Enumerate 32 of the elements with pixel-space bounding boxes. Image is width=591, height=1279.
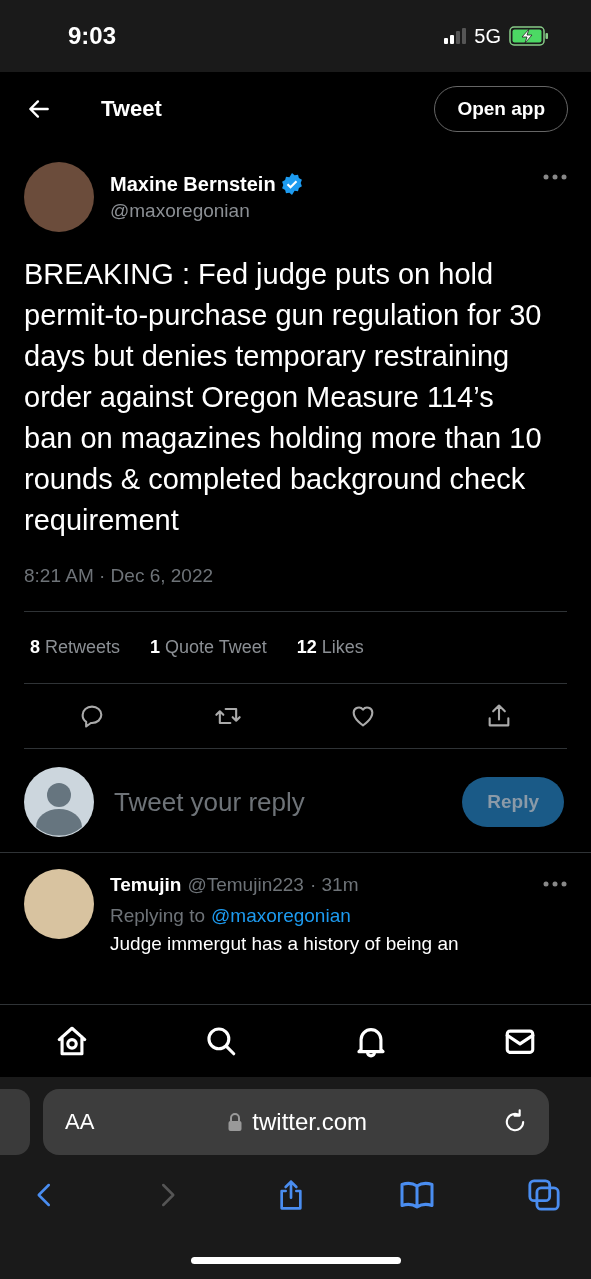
stat-label[interactable]: Retweets <box>45 637 121 658</box>
reply-handle[interactable]: @Temujin223 <box>187 869 304 900</box>
stat-label[interactable]: Likes <box>321 637 364 658</box>
open-app-button[interactable]: Open app <box>434 86 568 132</box>
tabs-icon[interactable] <box>527 1178 561 1212</box>
battery-charging-icon <box>509 26 549 46</box>
author-name[interactable]: Maxine Bernstein <box>110 172 276 196</box>
default-avatar-icon <box>24 767 94 837</box>
tweet-text: BREAKING : Fed judge puts on hold permit-to-purchase gun regulation for 30 days but denies temporary restraining order against Oregon Measure 114’s ban on magazines holding more than 10 rounds & completed background check requirement <box>24 257 543 538</box>
stat-count[interactable]: 1 <box>150 637 161 658</box>
reply-time: · 31m <box>309 873 359 897</box>
stat-count[interactable]: 8 <box>30 637 40 658</box>
more-icon[interactable] <box>543 881 567 887</box>
page-title: Tweet <box>101 96 163 122</box>
home-icon[interactable] <box>55 1024 89 1058</box>
stat-count[interactable]: 12 <box>296 637 317 658</box>
url-text: twitter.com <box>252 1108 368 1136</box>
author-handle[interactable]: @maxoregonian <box>110 200 543 222</box>
status-time: 9:03 <box>68 22 117 50</box>
text-size-button[interactable]: AA <box>65 1109 95 1135</box>
verified-badge-icon <box>279 172 304 196</box>
stat-label[interactable]: Quote Tweet <box>165 637 267 658</box>
more-icon[interactable] <box>543 174 567 180</box>
mention-link[interactable]: @maxoregonian <box>211 900 351 931</box>
lock-icon <box>228 1113 243 1131</box>
signal-icon <box>444 28 467 44</box>
replying-to-label: Replying to <box>110 904 206 928</box>
tweet-timestamp: 8:21 AM · Dec 6, 2022 <box>24 565 567 612</box>
reply-text: Judge immergut has a history of being an <box>110 932 460 956</box>
address-bar[interactable]: AA twitter.com <box>43 1089 549 1155</box>
network-label: 5G <box>474 24 501 48</box>
reply-author-name[interactable]: Temujin <box>110 869 182 900</box>
